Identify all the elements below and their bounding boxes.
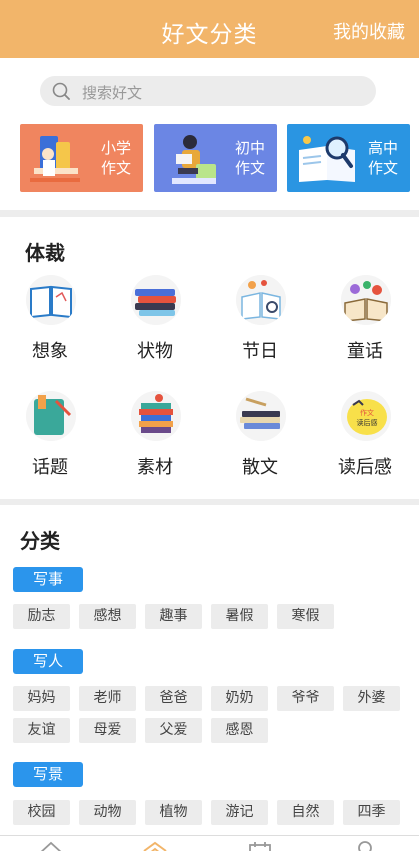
student-reading-illustration-icon (30, 136, 80, 182)
genre-label: 散文 (242, 457, 278, 478)
genre-label: 节日 (242, 341, 278, 362)
svg-text:读后感: 读后感 (357, 418, 378, 427)
genre-prose[interactable]: 散文 (220, 391, 300, 491)
top-section: 搜索好文 小学 作文 初中 作文 高中 作文 (0, 58, 419, 210)
tag-item[interactable]: 感恩 (211, 718, 268, 743)
tag-item[interactable]: 感想 (79, 604, 136, 629)
group-label-people[interactable]: 写人 (13, 649, 83, 674)
tag-item[interactable]: 趣事 (145, 604, 202, 629)
tag-item[interactable]: 自然 (277, 800, 334, 825)
tall-book-stack-icon (131, 391, 181, 441)
student-sitting-illustration-icon (172, 135, 216, 184)
genre-section: 体裁 想象 状物 节日 童话 话题 素材 散文 作文 读后感 读后感 (0, 217, 419, 499)
reading-note-icon: 作文 读后感 (341, 391, 391, 441)
green-book-icon (26, 391, 76, 441)
genre-review[interactable]: 作文 读后感 读后感 (325, 391, 405, 491)
tag-item[interactable]: 爷爷 (277, 686, 334, 711)
genre-label: 状物 (137, 341, 173, 362)
genre-label: 想象 (32, 341, 68, 362)
card-label: 小学 作文 (100, 139, 131, 177)
tag-item[interactable]: 友谊 (13, 718, 70, 743)
card-primary-school[interactable]: 小学 作文 (20, 124, 143, 192)
book-magnifier-illustration-icon (299, 136, 355, 182)
genre-topic[interactable]: 话题 (10, 391, 90, 491)
tag-item[interactable]: 暑假 (211, 604, 268, 629)
card-high-school[interactable]: 高中 作文 (287, 124, 410, 192)
category-section: 分类 写事 励志 感想 趣事 暑假 寒假 写人 妈妈 老师 爸爸 奶奶 爷爷 外… (0, 505, 419, 835)
section-title-category: 分类 (20, 529, 60, 553)
tag-item[interactable]: 校园 (13, 800, 70, 825)
category-icon[interactable] (142, 839, 168, 851)
fairy-book-icon (341, 275, 391, 325)
genre-imagination[interactable]: 想象 (10, 275, 90, 375)
my-favorites-link[interactable]: 我的收藏 (333, 18, 405, 44)
home-icon[interactable] (38, 839, 64, 851)
tag-item[interactable]: 四季 (343, 800, 400, 825)
tag-item[interactable]: 父爱 (145, 718, 202, 743)
book-magnifier-icon (236, 275, 286, 325)
tag-item[interactable]: 奶奶 (211, 686, 268, 711)
svg-text:作文: 作文 (360, 408, 374, 417)
section-title-genre: 体裁 (25, 241, 65, 265)
card-label: 初中 作文 (234, 139, 265, 177)
tag-item[interactable]: 植物 (145, 800, 202, 825)
tag-item[interactable]: 母爱 (79, 718, 136, 743)
genre-object[interactable]: 状物 (115, 275, 195, 375)
tag-item[interactable]: 妈妈 (13, 686, 70, 711)
genre-label: 素材 (137, 457, 173, 478)
tag-item[interactable]: 爸爸 (145, 686, 202, 711)
card-label: 高中 作文 (367, 139, 398, 177)
tag-item[interactable]: 寒假 (277, 604, 334, 629)
level-cards: 小学 作文 初中 作文 高中 作文 (20, 124, 410, 192)
group-label-events[interactable]: 写事 (13, 567, 83, 592)
book-stack-icon (131, 275, 181, 325)
genre-label: 读后感 (338, 457, 392, 478)
tag-item[interactable]: 游记 (211, 800, 268, 825)
genre-material[interactable]: 素材 (115, 391, 195, 491)
app-header: 好文分类 我的收藏 (0, 0, 419, 58)
calendar-icon[interactable] (247, 839, 273, 851)
tag-item[interactable]: 外婆 (343, 686, 400, 711)
tag-item[interactable]: 老师 (79, 686, 136, 711)
genre-festival[interactable]: 节日 (220, 275, 300, 375)
open-book-icon (26, 275, 76, 325)
search-icon (52, 82, 70, 100)
group-label-scenery[interactable]: 写景 (13, 762, 83, 787)
tag-item[interactable]: 动物 (79, 800, 136, 825)
genre-label: 童话 (347, 341, 383, 362)
genre-label: 话题 (32, 457, 68, 478)
genre-fairy-tale[interactable]: 童话 (325, 275, 405, 375)
tag-item[interactable]: 励志 (13, 604, 70, 629)
search-placeholder: 搜索好文 (82, 84, 143, 102)
flat-book-stack-icon (236, 391, 286, 441)
profile-icon[interactable] (352, 839, 378, 851)
bottom-tab-bar (0, 835, 419, 851)
card-middle-school[interactable]: 初中 作文 (154, 124, 277, 192)
search-input[interactable]: 搜索好文 (40, 76, 376, 106)
